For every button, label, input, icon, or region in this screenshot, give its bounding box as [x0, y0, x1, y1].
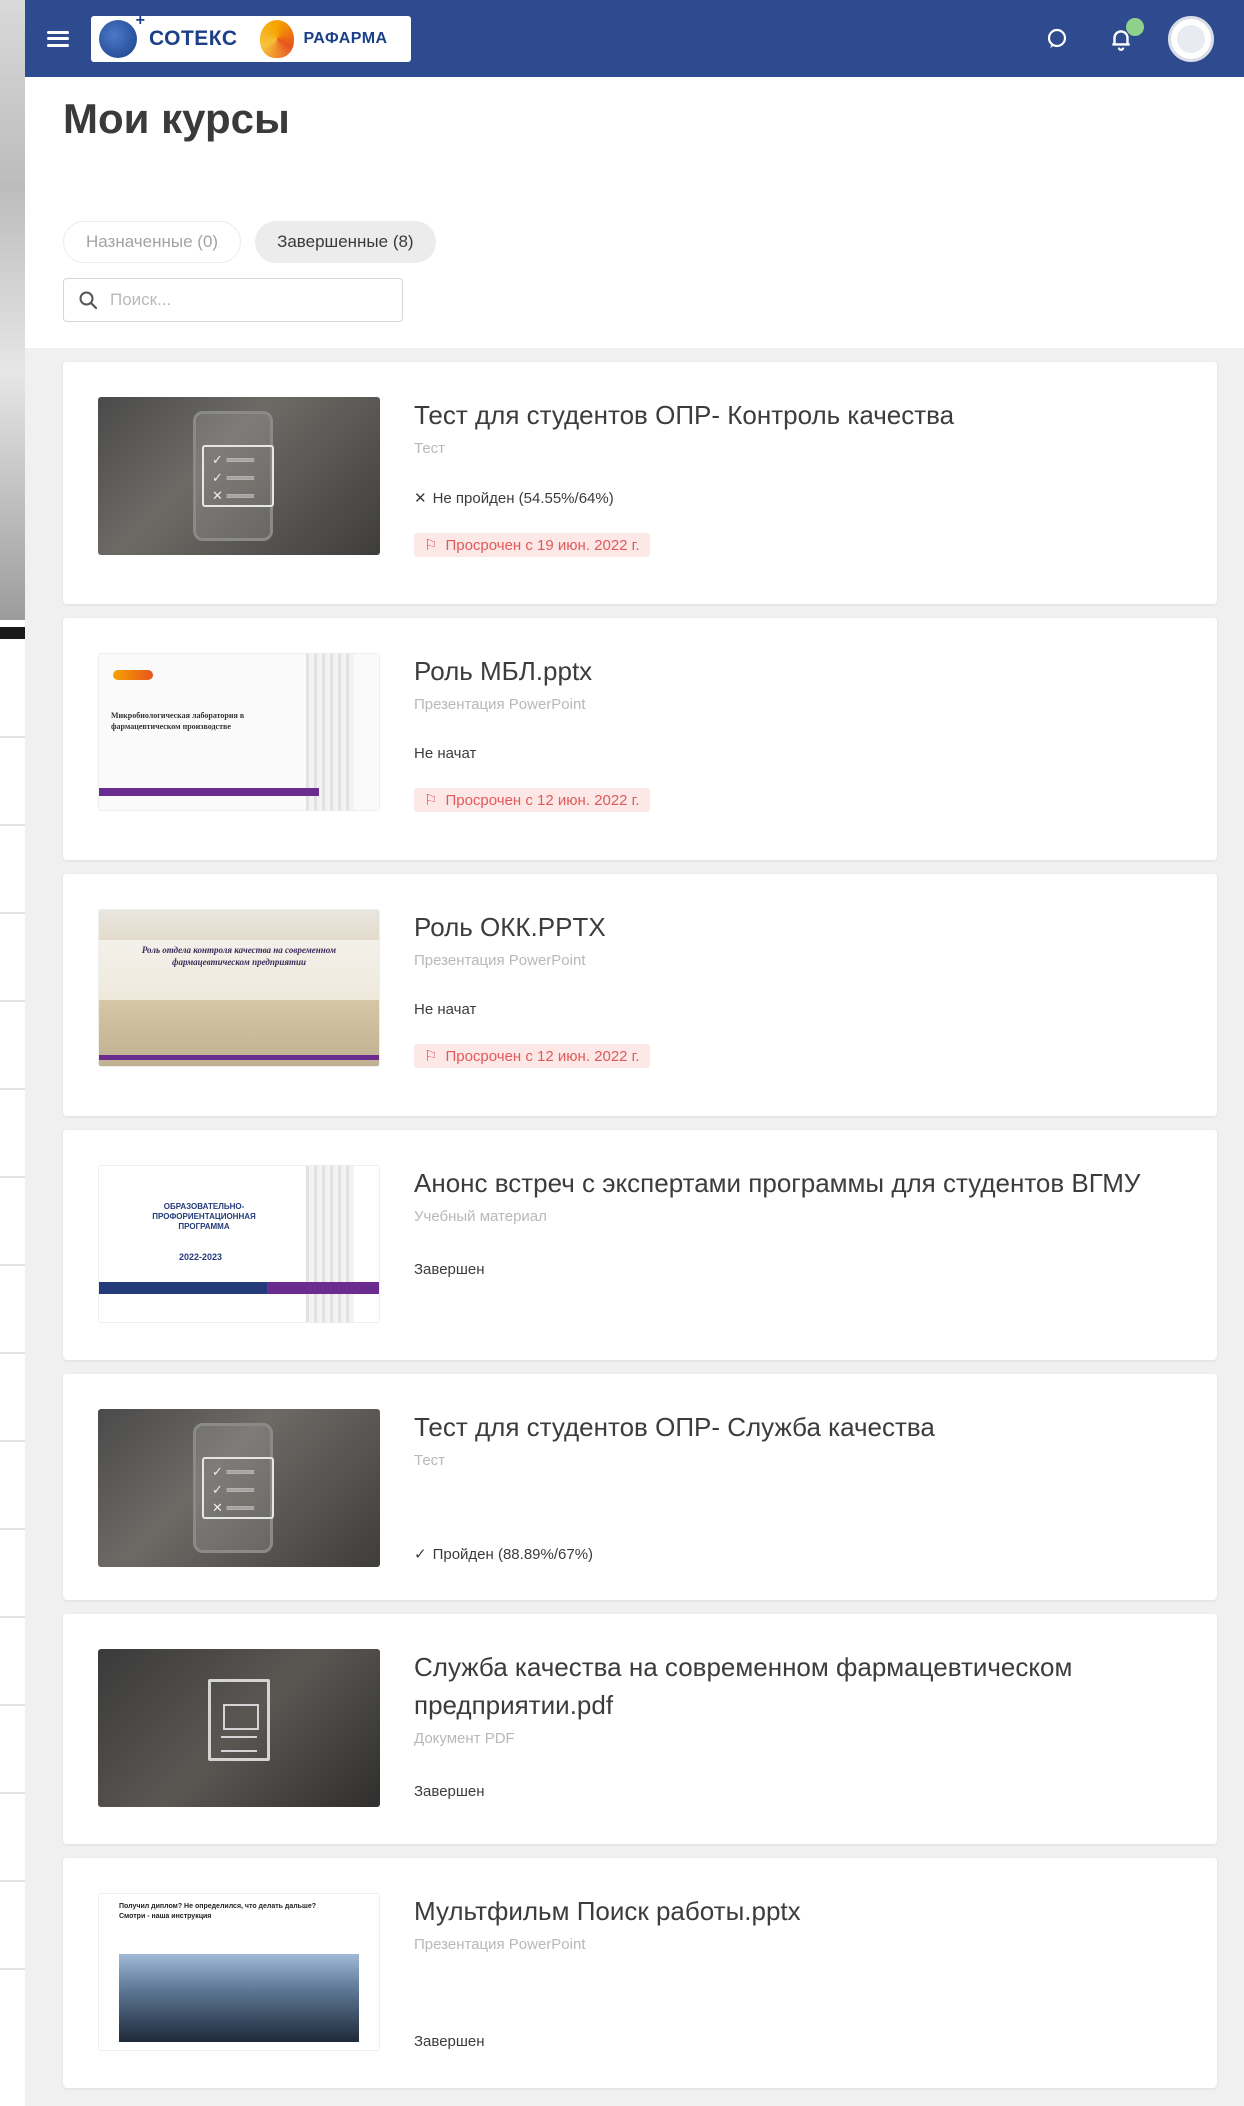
slide-year: 2022-2023: [179, 1252, 223, 1262]
course-thumbnail-pdf: [98, 1649, 380, 1807]
course-title[interactable]: Роль МБЛ.pptx: [414, 652, 1194, 690]
course-status: ✕ Не пройден (54.55%/64%): [414, 489, 1194, 508]
course-status-text: Завершен: [414, 2033, 485, 2050]
sotex-globe-icon: [99, 12, 145, 58]
course-card[interactable]: Микробиологическая лаборатория в фармаце…: [63, 618, 1217, 860]
slide-stripe: [99, 1282, 379, 1294]
course-title[interactable]: Мультфильм Поиск работы.pptx: [414, 1892, 1194, 1930]
chat-button[interactable]: [1040, 22, 1074, 56]
overdue-text: Просрочен с 12 июн. 2022 г.: [445, 791, 640, 809]
notifications-button[interactable]: [1104, 17, 1144, 56]
course-type: Учебный материал: [414, 1208, 547, 1225]
slide-side-image: [306, 1166, 354, 1322]
course-title[interactable]: Тест для студентов ОПР- Контроль качеств…: [414, 396, 1194, 434]
logo-text-rafarma: РАФАРМА: [303, 29, 388, 47]
course-status-text: Завершен: [414, 1783, 485, 1800]
search-box[interactable]: [63, 278, 403, 322]
rafarma-mini-logo: [113, 670, 153, 680]
overdue-text: Просрочен с 12 июн. 2022 г.: [445, 1047, 640, 1065]
user-avatar-icon: [1177, 24, 1205, 53]
course-status-text: Не начат: [414, 1001, 477, 1018]
checklist-icon: [202, 1457, 274, 1519]
search-input[interactable]: [110, 290, 380, 310]
background-bar: [0, 627, 25, 639]
chat-bubble-icon: [1047, 28, 1067, 48]
search-icon: [79, 291, 98, 310]
course-title[interactable]: Тест для студентов ОПР- Служба качества: [414, 1408, 1194, 1446]
rafarma-flame-icon: [259, 19, 294, 58]
course-status-text: Завершен: [414, 1261, 485, 1278]
logo-text-sotex: СОТЕКС: [149, 26, 238, 50]
course-status: ✓ Пройден (88.89%/67%): [414, 1545, 1194, 1564]
course-status: Не начат: [414, 745, 1194, 762]
flag-icon: ⚐: [424, 792, 438, 809]
overdue-text: Просрочен с 19 июн. 2022 г.: [445, 536, 640, 554]
slide-caption: Микробиологическая лаборатория в фармаце…: [111, 711, 245, 731]
slide-caption: ОБРАЗОВАТЕЛЬНО-ПРОФОРИЕНТАЦИОННАЯ ПРОГРА…: [152, 1202, 256, 1231]
course-status-text: Пройден (88.89%/67%): [432, 1545, 594, 1563]
slide-stripe: [99, 1055, 379, 1060]
flag-icon: ⚐: [424, 1048, 438, 1065]
slide-caption: Получил диплом? Не определился, что дела…: [119, 1903, 316, 1920]
course-type: Тест: [414, 440, 446, 457]
checklist-icon: [202, 445, 274, 507]
course-thumbnail-program: ОБРАЗОВАТЕЛЬНО-ПРОФОРИЕНТАЦИОННАЯ ПРОГРА…: [98, 1165, 380, 1323]
course-thumbnail-test: [98, 1409, 380, 1567]
tab-completed[interactable]: Завершенные (8): [255, 221, 436, 263]
user-avatar[interactable]: [1168, 15, 1214, 62]
course-tabs: Назначенные (0) Завершенные (8): [63, 221, 436, 263]
course-card[interactable]: Тест для студентов ОПР- Контроль качеств…: [63, 362, 1217, 604]
flag-icon: ⚐: [424, 537, 438, 554]
course-card[interactable]: Роль отдела контроля качества на совреме…: [63, 874, 1217, 1116]
hamburger-menu-icon[interactable]: [47, 30, 69, 47]
course-card[interactable]: Получил диплом? Не определился, что дела…: [63, 1858, 1217, 2088]
course-status-text: Не начат: [414, 745, 477, 762]
course-thumbnail-graduates: Получил диплом? Не определился, что дела…: [98, 1893, 380, 2051]
notification-badge: [1126, 17, 1144, 36]
overdue-badge: ⚐ Просрочен с 12 июн. 2022 г.: [414, 1044, 650, 1068]
course-title[interactable]: Роль ОКК.PPTX: [414, 908, 1194, 946]
course-status: Завершен: [414, 1783, 1194, 1800]
course-card[interactable]: Служба качества на современном фармацевт…: [63, 1614, 1217, 1844]
course-thumbnail-test: [98, 397, 380, 555]
course-type: Презентация PowerPoint: [414, 1936, 586, 1953]
slide-side-image: [306, 654, 354, 810]
overdue-badge: ⚐ Просрочен с 19 июн. 2022 г.: [414, 533, 650, 557]
graduates-photo: [119, 1954, 359, 2042]
course-thumbnail-building: Роль отдела контроля качества на совреме…: [98, 909, 380, 1067]
course-type: Презентация PowerPoint: [414, 696, 586, 713]
course-status-text: Не пройден (54.55%/64%): [432, 489, 614, 507]
overdue-badge: ⚐ Просрочен с 12 июн. 2022 г.: [414, 788, 650, 812]
background-photo-strip: [0, 0, 25, 2106]
course-type: Тест: [414, 1452, 446, 1469]
course-card[interactable]: Тест для студентов ОПР- Служба качества …: [63, 1374, 1217, 1600]
page-title: Мои курсы: [63, 95, 290, 142]
course-title[interactable]: Служба качества на современном фармацевт…: [414, 1648, 1194, 1724]
course-status: Завершен: [414, 1261, 1194, 1278]
course-type: Презентация PowerPoint: [414, 952, 586, 969]
background-lines: [0, 650, 25, 1990]
course-title[interactable]: Анонс встреч с экспертами программы для …: [414, 1164, 1194, 1202]
document-icon: [208, 1679, 270, 1761]
slide-caption: Роль отдела контроля качества на совреме…: [141, 945, 337, 967]
course-thumbnail-slide: Микробиологическая лаборатория в фармаце…: [98, 653, 380, 811]
company-logo[interactable]: СОТЕКС РАФАРМА: [91, 12, 411, 62]
course-status: Не начат: [414, 1001, 1194, 1018]
course-status: Завершен: [414, 2033, 1194, 2050]
slide-stripe: [99, 788, 319, 796]
cross-icon: ✕: [414, 490, 427, 507]
background-photo: [0, 0, 25, 620]
check-icon: ✓: [414, 1546, 427, 1563]
tab-assigned[interactable]: Назначенные (0): [63, 221, 242, 263]
course-type: Документ PDF: [414, 1730, 515, 1747]
top-bar: СОТЕКС РАФАРМА: [25, 0, 1244, 77]
course-card[interactable]: ОБРАЗОВАТЕЛЬНО-ПРОФОРИЕНТАЦИОННАЯ ПРОГРА…: [63, 1130, 1217, 1360]
